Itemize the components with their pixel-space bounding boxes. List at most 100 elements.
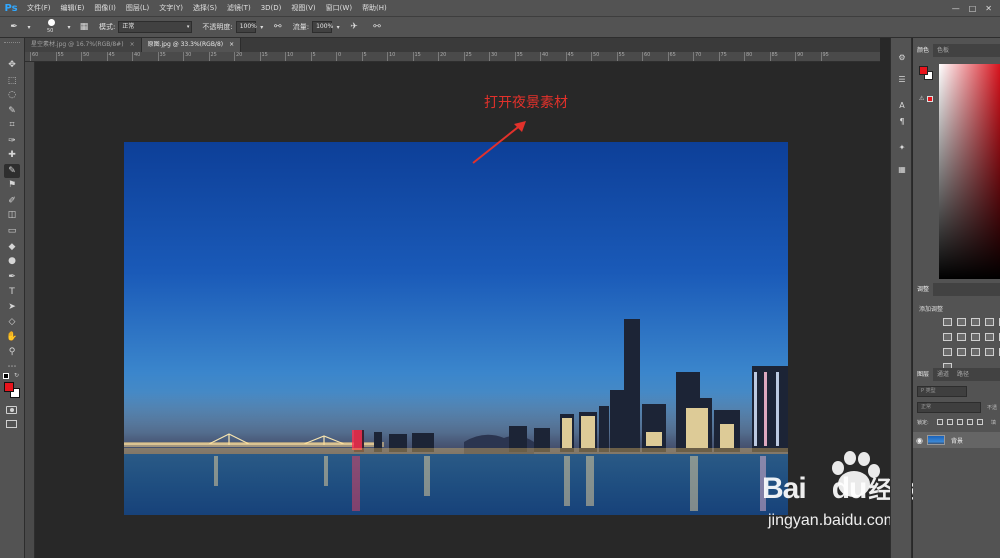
chevron-down-icon[interactable]: ▾ — [259, 21, 265, 33]
posterize-icon[interactable] — [971, 348, 980, 356]
history-icon[interactable]: ⚙ — [894, 50, 910, 64]
brush-panel-icon[interactable]: ▦ — [78, 21, 90, 33]
levels-icon[interactable] — [957, 318, 966, 326]
pressure-size-icon[interactable]: ⚯ — [371, 21, 383, 33]
bw-icon[interactable] — [971, 333, 980, 341]
screen-mode-icon[interactable] — [6, 420, 17, 428]
foreground-color-swatch[interactable] — [4, 382, 14, 392]
menu-item[interactable]: 编辑(E) — [56, 0, 90, 16]
brightness-icon[interactable] — [943, 318, 952, 326]
eraser-icon[interactable]: ◫ — [4, 208, 20, 222]
healing-icon[interactable]: ✚ — [4, 148, 20, 162]
brush-tool-icon[interactable]: ✒ — [8, 21, 20, 33]
tab-adjustments[interactable]: 调整 — [913, 283, 934, 296]
menu-item[interactable]: 窗口(W) — [321, 0, 357, 16]
menu-item[interactable]: 图层(L) — [121, 0, 154, 16]
eyedropper-icon[interactable]: ✑ — [4, 134, 20, 148]
photo-filter-icon[interactable] — [985, 333, 994, 341]
panel-foreground-swatch[interactable] — [919, 66, 928, 75]
curves-icon[interactable] — [971, 318, 980, 326]
chevron-down-icon[interactable]: ▾ — [26, 21, 32, 33]
maximize-icon[interactable]: □ — [969, 4, 977, 13]
tab-layers[interactable]: 图层 — [913, 368, 934, 381]
chevron-down-icon[interactable]: ▾ — [335, 21, 341, 33]
opacity-input[interactable]: 100% — [235, 21, 257, 33]
menu-item[interactable]: 文件(F) — [22, 0, 56, 16]
night-cityscape-photo[interactable] — [124, 142, 788, 515]
default-colors-icon[interactable] — [3, 373, 9, 379]
lock-transparent-icon[interactable] — [937, 419, 943, 425]
ruler-number: 60 — [644, 52, 651, 58]
pressure-opacity-icon[interactable]: ⚯ — [272, 21, 284, 33]
color-balance-icon[interactable] — [957, 333, 966, 341]
close-icon[interactable]: ✕ — [985, 4, 992, 13]
blur-icon[interactable]: ◆ — [4, 240, 20, 254]
tab-swatches[interactable]: 色板 — [933, 44, 953, 57]
gamut-swatch[interactable] — [927, 96, 933, 102]
invert-icon[interactable] — [957, 348, 966, 356]
crop-icon[interactable]: ⌗ — [4, 118, 20, 132]
quick-mask-icon[interactable] — [6, 406, 17, 414]
quick-select-icon[interactable]: ✎ — [4, 104, 20, 118]
ruler-number: 25 — [465, 52, 472, 58]
layer-row-background[interactable]: ◉ 背景 — [913, 432, 1000, 448]
hue-icon[interactable] — [943, 333, 952, 341]
tab-starry-sky[interactable]: 星空素材.jpg @ 16.7%(RGB/8#) × — [25, 38, 142, 52]
minimize-icon[interactable]: — — [952, 4, 960, 13]
tab-close-icon[interactable]: × — [229, 38, 234, 52]
paragraph-icon[interactable]: ¶ — [894, 114, 910, 128]
brush-icon[interactable]: ✎ — [4, 164, 20, 178]
pen-icon[interactable]: ✒ — [4, 270, 20, 284]
menu-item[interactable]: 帮助(H) — [357, 0, 392, 16]
type-icon[interactable]: T — [4, 285, 20, 299]
lasso-icon[interactable]: ◌ — [4, 88, 20, 102]
properties-icon[interactable]: ☰ — [894, 72, 910, 86]
tab-original[interactable]: 原图.jpg @ 33.3%(RGB/8) × — [141, 38, 242, 52]
shape-icon[interactable]: ◇ — [4, 315, 20, 329]
lock-pixels-icon[interactable] — [947, 419, 953, 425]
exposure-icon[interactable] — [985, 318, 994, 326]
lookup-icon[interactable] — [943, 348, 952, 356]
lock-all-icon[interactable] — [977, 419, 983, 425]
move-icon[interactable]: ✥ — [4, 58, 20, 72]
flow-input[interactable]: 100% — [312, 21, 333, 33]
menu-item[interactable]: 图像(I) — [89, 0, 121, 16]
layer-kind-filter[interactable]: P 类型 — [917, 386, 967, 397]
gradient-icon[interactable]: ▭ — [4, 224, 20, 238]
tab-paths[interactable]: 路径 — [953, 368, 973, 381]
menu-item[interactable]: 选择(S) — [188, 0, 222, 16]
tab-channels[interactable]: 通道 — [933, 368, 953, 381]
lock-artboard-icon[interactable] — [967, 419, 973, 425]
marquee-icon[interactable]: ⬚ — [4, 74, 20, 88]
character-icon[interactable]: A — [894, 98, 910, 112]
zoom-icon[interactable]: ⚲ — [4, 345, 20, 359]
menu-item[interactable]: 3D(D) — [256, 0, 287, 16]
mode-select[interactable]: 正常 ▾ — [118, 21, 193, 33]
lock-position-icon[interactable] — [957, 419, 963, 425]
warning-icon[interactable]: ⚠ — [919, 95, 924, 102]
path-select-icon[interactable]: ➤ — [4, 300, 20, 314]
airbrush-icon[interactable]: ✈ — [348, 21, 360, 33]
hand-icon[interactable]: ✋ — [4, 330, 20, 344]
stamp-icon[interactable]: ⚑ — [4, 178, 20, 192]
threshold-icon[interactable] — [985, 348, 994, 356]
ruler-number: 15 — [261, 52, 268, 58]
styles-icon[interactable]: ▦ — [894, 162, 910, 176]
swap-colors-icon[interactable]: ↻ — [14, 372, 19, 379]
tab-close-icon[interactable]: × — [130, 38, 135, 52]
menu-item[interactable]: 视图(V) — [286, 0, 320, 16]
color-spectrum[interactable] — [939, 64, 1000, 279]
blend-mode-select[interactable]: 正常 — [917, 402, 981, 413]
glyphs-icon[interactable]: ✦ — [894, 140, 910, 154]
menu-item[interactable]: 文字(Y) — [154, 0, 188, 16]
vertical-ruler[interactable] — [25, 62, 35, 558]
menu-item[interactable]: 滤镜(T) — [222, 0, 256, 16]
history-brush-icon[interactable]: ✐ — [4, 194, 20, 208]
chevron-down-icon[interactable]: ▾ — [66, 21, 72, 33]
dodge-icon[interactable]: ● — [4, 254, 20, 268]
toolbar-grip[interactable] — [4, 42, 20, 44]
horizontal-ruler[interactable]: 60 55 50 45 40 35 30 25 20 15 10 5 0 5 10 15 20 25 30 35 40 4… — [25, 52, 880, 62]
tab-color[interactable]: 颜色 — [913, 44, 934, 57]
brush-preset-picker[interactable]: 50 — [41, 17, 63, 37]
visibility-eye-icon[interactable]: ◉ — [916, 436, 923, 445]
